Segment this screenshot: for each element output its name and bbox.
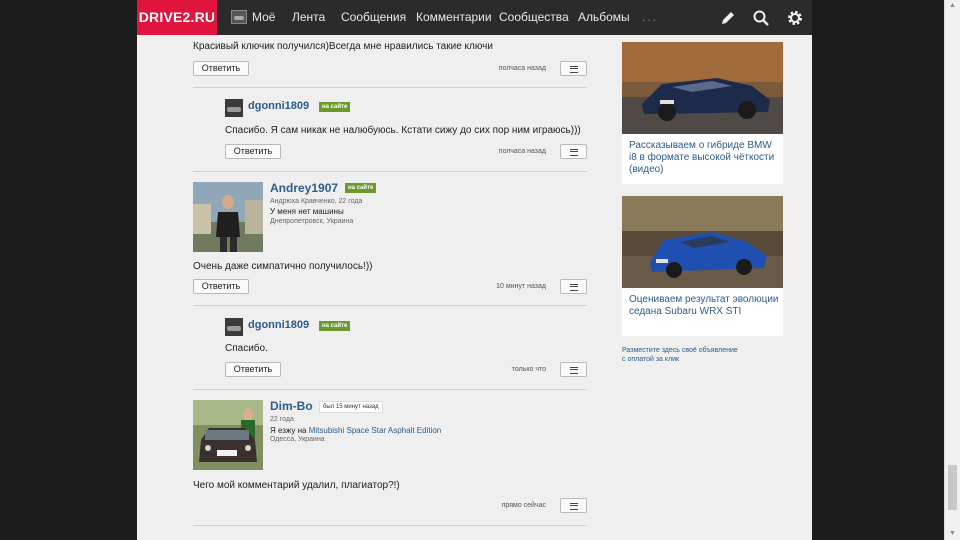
page-scrollbar[interactable]: ▲ ▼ bbox=[944, 0, 960, 540]
status-badge: на сайте bbox=[319, 321, 351, 331]
comment-time: прямо сейчас bbox=[501, 502, 546, 509]
ad-text[interactable]: Рассказываем о гибриде BMW i8 в формате … bbox=[629, 140, 779, 176]
scroll-up-arrow-icon[interactable]: ▲ bbox=[945, 0, 960, 12]
ad-note-line: с оплатой за клик bbox=[622, 356, 680, 363]
top-navigation: DRIVE2.RU Моё Лента Сообщения Комментари… bbox=[137, 0, 812, 35]
nav-item-messages[interactable]: Сообщения bbox=[341, 0, 406, 35]
nav-item-comments[interactable]: Комментарии bbox=[416, 0, 492, 35]
comment-menu-button[interactable] bbox=[560, 498, 587, 513]
comment-time: только что bbox=[511, 366, 546, 373]
sidebar-ad-bmw[interactable]: Рассказываем о гибриде BMW i8 в формате … bbox=[622, 42, 783, 184]
divider bbox=[193, 389, 587, 390]
car-prefix: Я езжу на bbox=[270, 426, 309, 435]
site-logo[interactable]: DRIVE2.RU bbox=[137, 0, 217, 35]
comment-text: Очень даже симпатично получилось!)) bbox=[193, 261, 373, 272]
ad-note-line: Разместите здесь своё объявление bbox=[622, 347, 738, 354]
comment-time: 10 минут назад bbox=[496, 283, 546, 290]
nav-item-mine[interactable]: Моё bbox=[252, 0, 275, 35]
reply-button[interactable]: Ответить bbox=[225, 144, 281, 159]
avatar[interactable] bbox=[225, 99, 243, 117]
user-car: Я езжу на Mitsubishi Space Star Asphalt … bbox=[270, 426, 441, 435]
username[interactable]: dgonni1809 bbox=[248, 319, 309, 331]
comment-text: Спасибо. Я сам никак не налюбуюсь. Кстат… bbox=[225, 125, 581, 136]
avatar[interactable] bbox=[225, 318, 243, 336]
username[interactable]: Andrey1907 bbox=[270, 181, 338, 195]
ad-image bbox=[622, 196, 783, 288]
gear-icon[interactable] bbox=[785, 8, 805, 28]
reply-button[interactable]: Ответить bbox=[193, 279, 249, 294]
nav-item-albums[interactable]: Альбомы bbox=[578, 0, 630, 35]
user-car: У меня нет машины bbox=[270, 207, 344, 216]
comment-time: полчаса назад bbox=[498, 65, 546, 72]
subaru-wrx-photo bbox=[622, 196, 783, 288]
comment-menu-button[interactable] bbox=[560, 144, 587, 159]
username[interactable]: dgonni1809 bbox=[248, 100, 309, 112]
divider bbox=[193, 87, 587, 88]
menu-icon bbox=[570, 284, 578, 291]
comment-menu-button[interactable] bbox=[560, 279, 587, 294]
ad-placement-link[interactable]: Разместите здесь своё объявление с оплат… bbox=[622, 346, 738, 364]
status-badge: на сайте bbox=[319, 102, 351, 112]
comment-time: полчаса назад bbox=[498, 148, 546, 155]
username[interactable]: Dim-Bo bbox=[270, 399, 313, 413]
comment-menu-button[interactable] bbox=[560, 61, 587, 76]
sidebar-ad-subaru[interactable]: Оцениваем результат эволюции седана Suba… bbox=[622, 196, 783, 336]
comment-menu-button[interactable] bbox=[560, 362, 587, 377]
menu-icon bbox=[570, 66, 578, 73]
divider bbox=[193, 305, 587, 306]
user-name-age: Андрюха Кравченко, 22 года bbox=[270, 198, 363, 205]
page: DRIVE2.RU Моё Лента Сообщения Комментари… bbox=[137, 0, 812, 540]
scroll-down-arrow-icon[interactable]: ▼ bbox=[945, 528, 960, 540]
nav-item-communities[interactable]: Сообщества bbox=[499, 0, 569, 35]
user-location: Одесса, Украина bbox=[270, 436, 325, 443]
user-age: 22 года bbox=[270, 416, 294, 423]
scroll-thumb[interactable] bbox=[948, 465, 957, 510]
nav-item-feed[interactable]: Лента bbox=[292, 0, 325, 35]
comment-text: Спасибо. bbox=[225, 343, 268, 354]
last-seen-badge: был 15 минут назад bbox=[319, 401, 383, 413]
avatar[interactable] bbox=[193, 182, 263, 252]
ad-text[interactable]: Оцениваем результат эволюции седана Suba… bbox=[629, 294, 779, 318]
search-icon[interactable] bbox=[751, 8, 771, 28]
bmw-i8-photo bbox=[622, 42, 783, 134]
reply-button[interactable]: Ответить bbox=[225, 362, 281, 377]
ad-image bbox=[622, 42, 783, 134]
comment-text: Красивый ключик получился)Всегда мне нра… bbox=[193, 41, 493, 52]
menu-icon bbox=[570, 367, 578, 374]
menu-icon bbox=[570, 503, 578, 510]
user-avatar[interactable] bbox=[231, 10, 247, 24]
nav-item-more[interactable]: ... bbox=[642, 0, 658, 35]
pencil-icon[interactable] bbox=[718, 8, 738, 28]
user-location: Днепропетровск, Украина bbox=[270, 218, 354, 225]
divider bbox=[193, 525, 587, 526]
reply-button[interactable]: Ответить bbox=[193, 61, 249, 76]
menu-icon bbox=[570, 149, 578, 156]
car-link[interactable]: Mitsubishi Space Star Asphalt Edition bbox=[309, 426, 442, 435]
avatar-photo bbox=[193, 182, 263, 252]
divider bbox=[193, 171, 587, 172]
status-badge: на сайте bbox=[345, 183, 377, 193]
avatar-photo bbox=[193, 400, 263, 470]
avatar[interactable] bbox=[193, 400, 263, 470]
comment-text: Чего мой комментарий удалил, плагиатор?!… bbox=[193, 480, 400, 491]
